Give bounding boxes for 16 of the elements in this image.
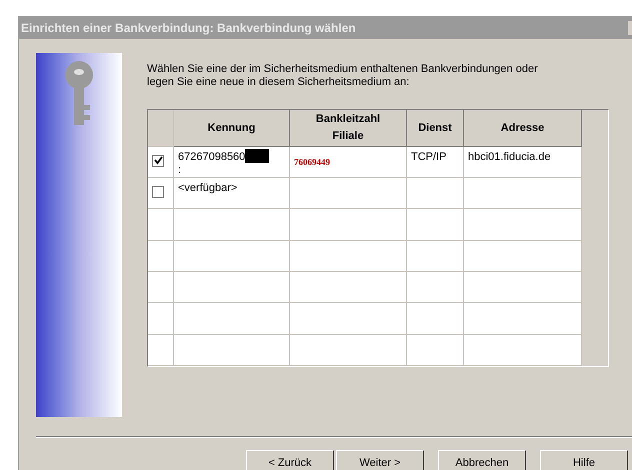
column-header: Kennung bbox=[174, 110, 290, 147]
kennung-text: <verfügbar> bbox=[178, 181, 238, 196]
dialog-button[interactable]: Abbrechen bbox=[438, 450, 526, 470]
dialog-button[interactable]: Hilfe bbox=[540, 450, 628, 470]
dialog-button[interactable]: Weiter > bbox=[336, 450, 424, 470]
column-header: Adresse bbox=[464, 110, 582, 147]
row-checkbox[interactable] bbox=[152, 154, 164, 167]
redaction-block bbox=[245, 148, 270, 163]
column-header: Bankleitzahl Filiale bbox=[290, 110, 407, 147]
window-title: Einrichten einer Bankverbindung: Bankverbindung wählen bbox=[21, 20, 356, 37]
column-header: Dienst bbox=[407, 110, 464, 147]
kennung-text: 67267098560 bbox=[178, 150, 246, 165]
instruction-text: Wählen Sie eine der im Sicherheitsmedium enthaltenen Bankverbindungen oder legen Sie eine neue in diesem Sicherheitsmedium an: bbox=[147, 63, 539, 89]
kennung-text: : bbox=[178, 165, 182, 176]
dialog-button[interactable]: < Zurück bbox=[246, 450, 334, 470]
row-checkbox[interactable] bbox=[152, 186, 164, 198]
